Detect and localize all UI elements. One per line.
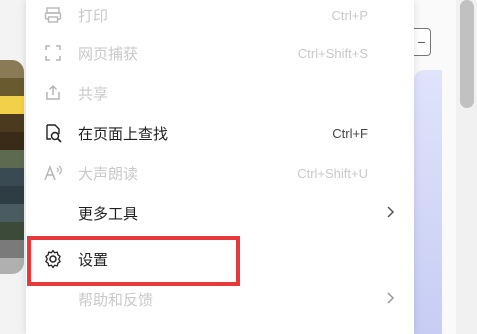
menu-item-label: 更多工具 xyxy=(78,205,139,223)
screenshot-icon xyxy=(42,42,64,64)
chevron-right-icon xyxy=(386,291,396,307)
menu-item-label: 大声朗读 xyxy=(78,165,139,183)
menu-item-share[interactable]: 共享 xyxy=(26,74,414,112)
menu-item-shortcut: Ctrl+Shift+S xyxy=(297,45,368,61)
menu-item-label: 打印 xyxy=(78,7,109,25)
menu-item-label: 网页捕获 xyxy=(78,45,139,63)
menu-item-label: 帮助和反馈 xyxy=(78,291,154,309)
menu-item-print[interactable]: 打印 Ctrl+P xyxy=(26,0,414,34)
menu-item-find[interactable]: 在页面上查找 Ctrl+F xyxy=(26,114,414,152)
menu-item-more-tools[interactable]: 更多工具 xyxy=(26,194,414,232)
printer-icon xyxy=(42,4,64,26)
menu-item-label: 共享 xyxy=(78,85,109,103)
scrollbar-thumb[interactable] xyxy=(460,0,474,108)
menu-item-shortcut: Ctrl+Shift+U xyxy=(297,165,368,181)
menu-item-screenshot[interactable]: 网页捕获 Ctrl+Shift+S xyxy=(26,34,414,72)
side-panel-button-label: − xyxy=(417,34,426,50)
menu-item-shortcut: Ctrl+P xyxy=(331,7,368,23)
read-aloud-icon xyxy=(42,162,64,184)
blurred-thumbnail-strip xyxy=(0,60,24,274)
menu-item-shortcut: Ctrl+F xyxy=(332,125,368,141)
settings-highlight-box xyxy=(27,236,240,286)
menu-item-read-aloud[interactable]: 大声朗读 Ctrl+Shift+U xyxy=(26,154,414,192)
browser-window: − 打印 Ctrl+P 网页捕获 Ctrl+Shift+S 共享 在页面上查找 … xyxy=(0,0,477,334)
chevron-right-icon xyxy=(386,205,396,221)
find-icon xyxy=(42,122,64,144)
share-icon xyxy=(42,82,64,104)
background-card xyxy=(414,70,442,334)
side-panel-button[interactable]: − xyxy=(413,28,431,56)
menu-item-label: 在页面上查找 xyxy=(78,125,169,143)
